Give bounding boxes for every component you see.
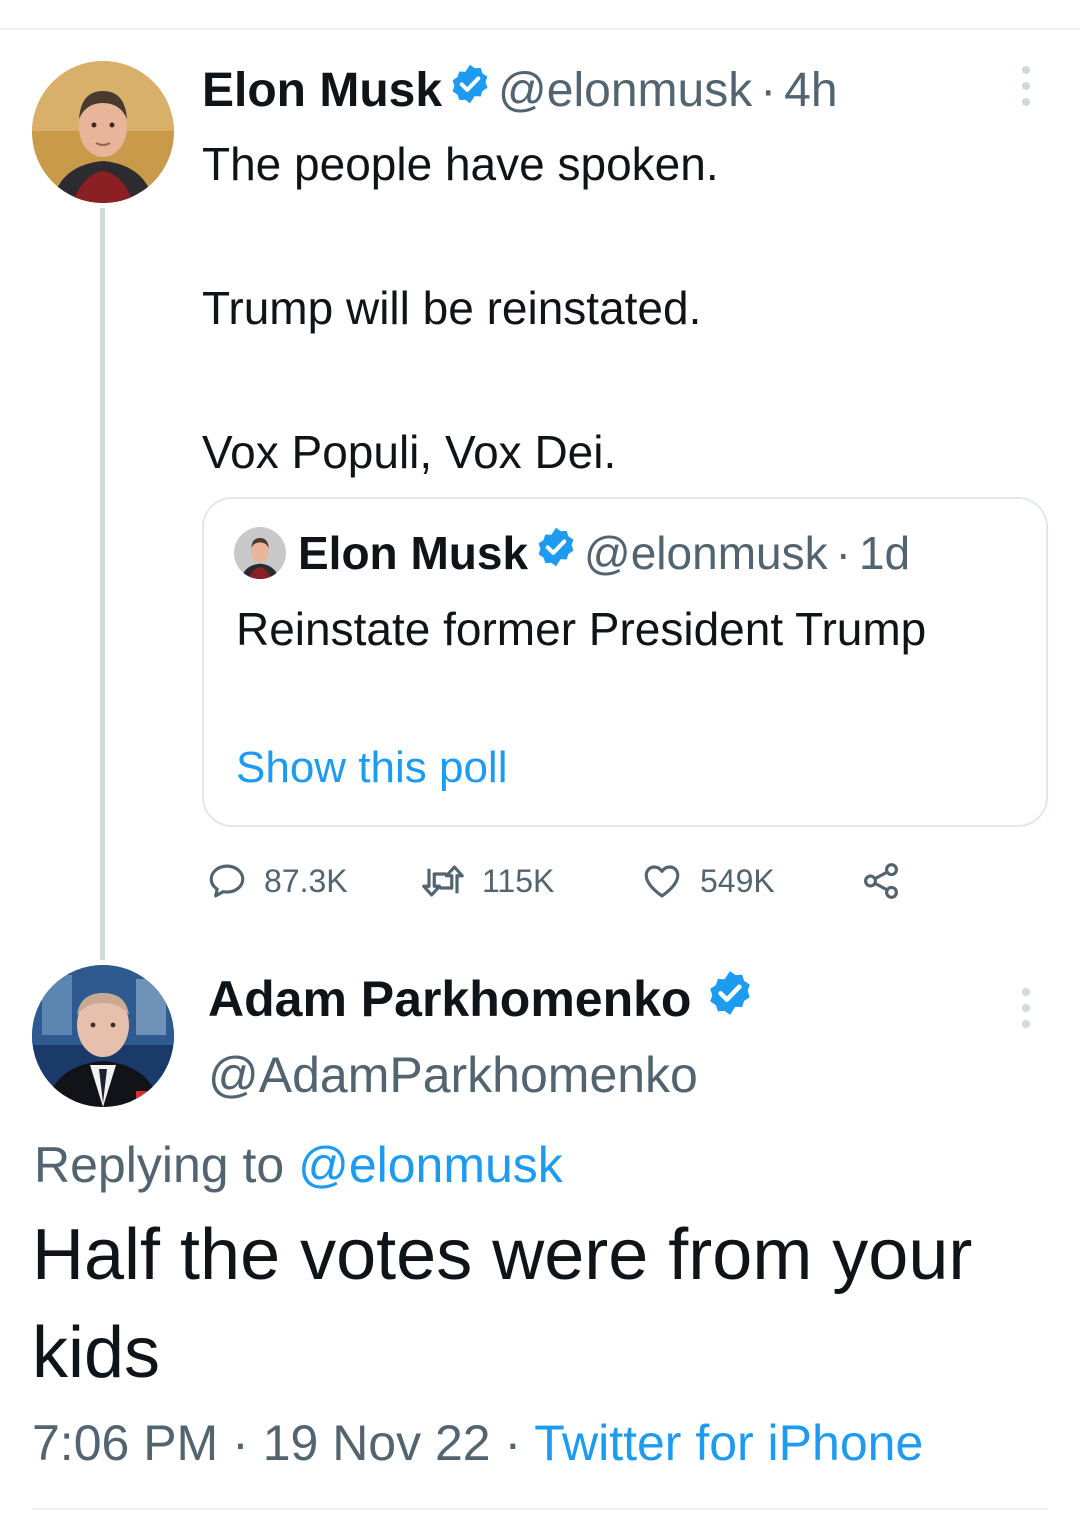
tweet-time[interactable]: 4h <box>784 63 837 118</box>
replying-prefix: Replying to <box>34 1137 285 1193</box>
share-button[interactable] <box>860 856 918 906</box>
separator-dot: · <box>760 63 777 117</box>
tweet-line: The people have spoken. <box>202 138 719 190</box>
quoted-tweet-header: Elon Musk @elonmusk · 1d <box>234 525 910 580</box>
verified-badge-icon <box>705 968 755 1030</box>
quoted-tweet-card[interactable]: Elon Musk @elonmusk · 1d Reinstate forme… <box>202 497 1048 827</box>
reply-tweet-text: Half the votes were from your kids <box>32 1215 973 1393</box>
quoted-tweet-text: Reinstate former President Trump <box>236 603 927 655</box>
reply-author-name[interactable]: Adam Parkhomenko <box>208 970 691 1028</box>
separator-dot: · <box>835 526 851 579</box>
reply-time[interactable]: 7:06 PM <box>32 1415 218 1471</box>
tweet-line: Vox Populi, Vox Dei. <box>202 426 617 478</box>
user-avatar-icon <box>234 526 286 579</box>
tweet-actions-bar: 87.3K 115K 549K <box>202 856 922 906</box>
author-handle[interactable]: @elonmusk <box>498 63 752 118</box>
user-avatar-icon <box>32 61 174 203</box>
main-tweet-header: Elon Musk @elonmusk · 4h <box>202 62 838 118</box>
thread-connector-line <box>100 208 105 960</box>
like-count: 549K <box>700 862 775 899</box>
adam-avatar[interactable] <box>32 965 174 1107</box>
replying-to-line: Replying to @elonmusk <box>34 1136 563 1194</box>
tweet-source-link[interactable]: Twitter for iPhone <box>534 1415 923 1471</box>
reply-icon <box>209 864 245 898</box>
quoted-author-name: Elon Musk <box>298 526 529 579</box>
reply-tweet-header: Adam Parkhomenko <box>208 968 761 1030</box>
tweet-meta-line: 7:06 PM · 19 Nov 22 · Twitter for iPhone <box>32 1414 923 1472</box>
top-divider <box>0 28 1080 30</box>
main-tweet-text: The people have spoken. Trump will be re… <box>202 128 719 488</box>
quoted-avatar <box>234 526 286 579</box>
user-avatar-icon <box>32 965 174 1107</box>
separator-dot: · <box>232 1415 249 1471</box>
verified-badge-icon <box>534 525 578 580</box>
quoted-author-handle: @elonmusk <box>584 526 828 579</box>
reply-author-handle[interactable]: @AdamParkhomenko <box>208 1046 698 1104</box>
verified-badge-icon <box>448 62 492 118</box>
reply-button[interactable]: 87.3K <box>206 856 348 906</box>
reply-date[interactable]: 19 Nov 22 <box>263 1415 491 1471</box>
separator-dot: · <box>504 1415 522 1471</box>
replying-to-link[interactable]: @elonmusk <box>298 1137 563 1193</box>
elon-avatar[interactable] <box>32 61 174 203</box>
retweet-icon <box>422 865 464 897</box>
tweet-line: Trump will be reinstated. <box>202 282 702 334</box>
reply-count: 87.3K <box>264 862 348 899</box>
more-options-icon[interactable] <box>1016 988 1036 1028</box>
tweet-thread: Elon Musk @elonmusk · 4h The people have… <box>0 0 1080 1528</box>
share-icon <box>864 863 898 899</box>
quoted-tweet-time: 1d <box>858 526 911 579</box>
retweet-button[interactable]: 115K <box>420 856 554 906</box>
like-button[interactable]: 549K <box>640 856 775 906</box>
bottom-divider <box>32 1508 1048 1510</box>
heart-icon <box>644 865 680 898</box>
author-name[interactable]: Elon Musk <box>202 63 442 118</box>
show-poll-link[interactable]: Show this poll <box>236 743 507 793</box>
more-options-icon[interactable] <box>1016 66 1036 106</box>
retweet-count: 115K <box>482 862 555 899</box>
